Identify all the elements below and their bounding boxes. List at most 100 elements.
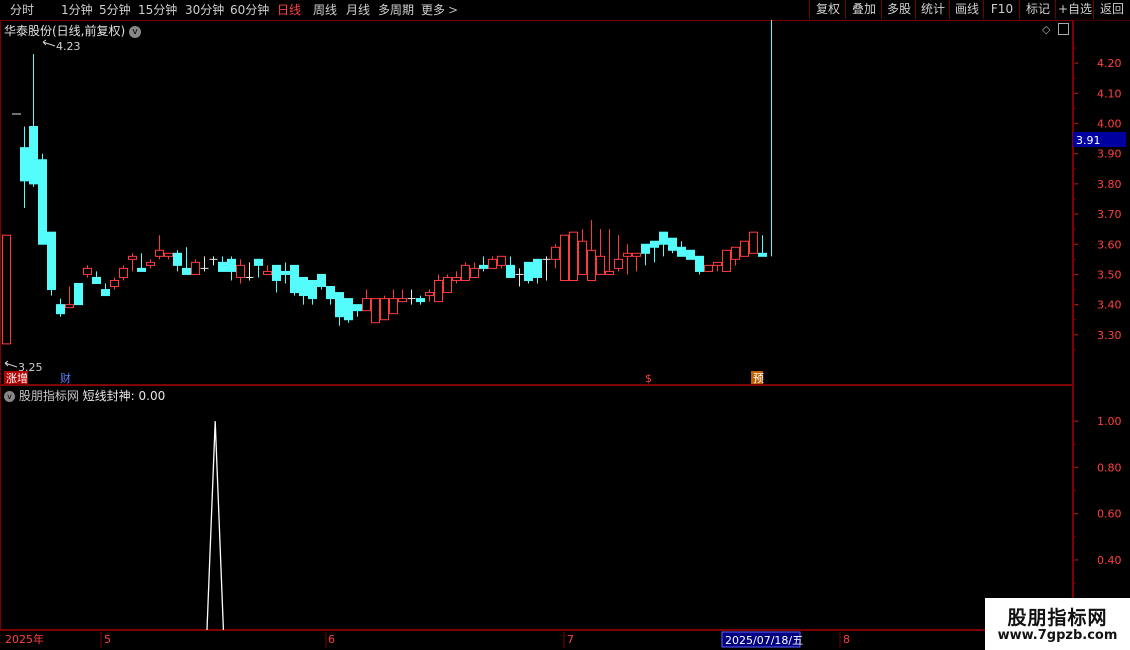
candle-body-down [47,231,56,291]
period-tab-monthly[interactable]: 月线 [346,2,370,18]
candle-body-down [668,237,677,251]
candle-body-up [191,261,200,275]
overlay-button[interactable]: 叠加 [845,0,882,19]
candle-body-up [119,267,128,278]
candle-body-up [551,246,560,260]
candle-body-down [326,286,335,300]
candle-body-down [182,267,191,275]
time-axis-month-8: 8 [843,633,850,646]
period-tab-5min[interactable]: 5分钟 [99,2,131,18]
price-tick-label: 3.90 [1097,148,1122,161]
candle-body-up [146,261,155,266]
candlestick [362,289,371,312]
indicator-name: 短线封神: [82,389,135,403]
top-toolbar: 分时 1分钟 5分钟 15分钟 30分钟 60分钟 日线 周线 月线 多周期 更… [0,0,1130,21]
candle-body-down [641,243,650,254]
chevron-down-icon[interactable]: v [129,25,142,38]
period-tab-15min[interactable]: 15分钟 [138,2,177,18]
candlestick [416,295,425,305]
period-tab-weekly[interactable]: 周线 [313,2,337,18]
candle-body-up [596,255,605,275]
candle-body-down [335,292,344,318]
candlestick [533,258,542,284]
candle-body-up [164,252,173,257]
period-tab-fenshi[interactable]: 分时 [10,2,34,18]
candlestick [578,229,587,275]
candlestick [209,256,218,266]
draw-line-button[interactable]: 画线 [949,0,984,19]
candlestick [2,234,11,345]
candlestick [659,231,668,257]
candle-body-down [20,147,29,182]
candle-body-up [497,255,506,266]
indicator-tick-label: 0.40 [1097,554,1122,567]
add-watchlist-button[interactable]: +自选 [1055,0,1094,19]
multi-stock-button[interactable]: 多股 [881,0,916,19]
candlestick [479,256,488,272]
candlestick [452,271,461,284]
candlestick [461,262,470,281]
restore-rights-button[interactable]: 复权 [809,0,846,19]
candlestick [389,289,398,315]
candlestick [740,240,749,257]
period-tab-60min[interactable]: 60分钟 [230,2,269,18]
event-marker-label: 涨增 [6,371,28,385]
high-price-label: 4.23 [56,40,81,53]
candlestick-chart: 3.30 3.40 3.50 3.60 3.70 3.80 3.90 4.00 4.10 4.20… [0,20,1126,385]
candle-body-down [506,264,515,278]
candle-body-down [281,270,290,275]
candle-body-up [722,249,731,272]
candlestick [443,274,452,294]
indicator-line-series [206,421,225,630]
candle-body-down [677,246,686,257]
candlestick [722,249,731,272]
f10-button[interactable]: F10 [983,0,1020,19]
candlestick [272,264,281,293]
period-tab-more[interactable]: 更多 [421,2,445,18]
candle-body-up [362,298,371,312]
period-tab-multi[interactable]: 多周期 [378,2,414,18]
indicator-frame [0,385,1073,630]
back-button[interactable]: 返回 [1093,0,1130,19]
window-layout-icon[interactable] [1058,23,1069,35]
chevron-right-icon[interactable]: > [448,2,458,18]
candlestick [434,274,443,303]
candlestick [290,264,299,296]
price-tick-label: 4.10 [1097,87,1122,100]
candlestick [227,256,236,281]
candlestick [641,243,650,266]
time-axis-month-6: 6 [328,633,335,646]
chevron-down-icon[interactable]: v [4,391,15,402]
event-marker-label: 预 [753,372,764,385]
candlestick [56,298,65,317]
candlestick [245,262,254,281]
candlestick [173,250,182,272]
statistics-button[interactable]: 统计 [915,0,950,19]
candlestick [749,231,758,254]
diamond-icon[interactable]: ◇ [1042,23,1050,36]
cursor-date-label: 2025/07/18/五 [725,634,803,647]
candle-body-up [569,231,578,281]
watermark-title: 股朋指标网 [1007,607,1108,629]
period-tab-1min[interactable]: 1分钟 [61,2,93,18]
indicator-tick-label: 0.80 [1097,461,1122,474]
candlestick [605,229,614,275]
candlestick [281,262,290,284]
candlestick [380,295,389,321]
period-tab-30min[interactable]: 30分钟 [185,2,224,18]
stock-title: 华泰股份(日线,前复权) v [4,22,142,39]
candlestick [470,262,479,278]
mark-button[interactable]: 标记 [1019,0,1056,19]
event-marker: 财 [60,371,71,385]
watermark-url: www.7gpzb.com [997,628,1118,643]
candlestick [686,249,695,260]
price-tick-label: 3.30 [1097,329,1122,342]
indicator-chart: 0.200.400.600.801.00 [0,385,1122,630]
candle-body-up [623,252,632,257]
candle-body-down [299,276,308,297]
period-tab-daily[interactable]: 日线 [277,2,301,18]
candle-body-up [155,249,164,257]
candlestick [344,298,353,323]
time-axis: 2025年 5 6 7 2025/07/18/五 8 [0,630,1130,648]
candlestick [587,220,596,281]
